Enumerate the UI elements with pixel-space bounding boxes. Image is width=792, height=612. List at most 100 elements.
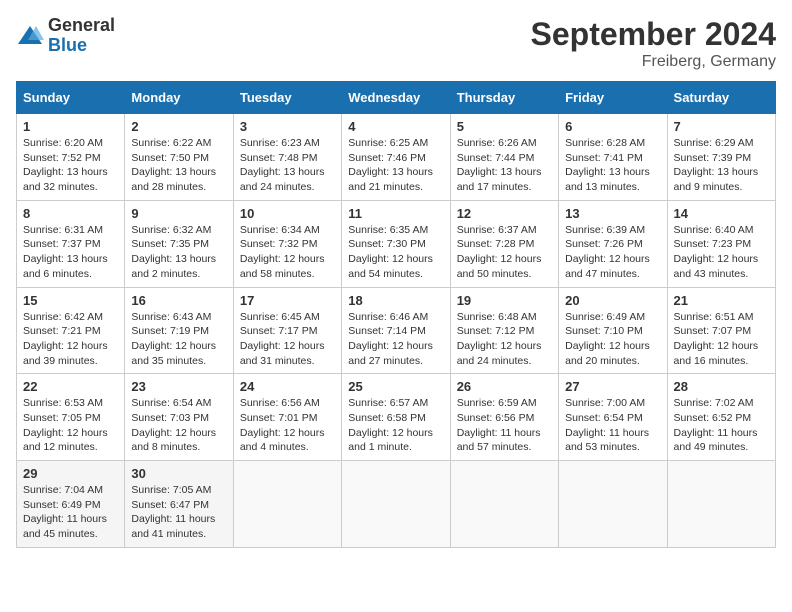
calendar-week-1: 1 Sunrise: 6:20 AM Sunset: 7:52 PM Daylig… [17,114,776,201]
table-row: 3 Sunrise: 6:23 AM Sunset: 7:48 PM Daylig… [233,114,341,201]
day-info: Sunrise: 6:23 AM Sunset: 7:48 PM Dayligh… [240,136,335,195]
header-friday: Friday [559,82,667,114]
day-number: 17 [240,293,335,308]
table-row: 26 Sunrise: 6:59 AM Sunset: 6:56 PM Dayli… [450,374,558,461]
day-info: Sunrise: 6:31 AM Sunset: 7:37 PM Dayligh… [23,223,118,282]
table-row: 10 Sunrise: 6:34 AM Sunset: 7:32 PM Dayli… [233,200,341,287]
day-info: Sunrise: 6:40 AM Sunset: 7:23 PM Dayligh… [674,223,769,282]
page-header: General Blue September 2024 Freiberg, Ge… [16,16,776,71]
table-row: 23 Sunrise: 6:54 AM Sunset: 7:03 PM Dayli… [125,374,233,461]
header-saturday: Saturday [667,82,775,114]
table-row: 13 Sunrise: 6:39 AM Sunset: 7:26 PM Dayli… [559,200,667,287]
day-number: 24 [240,379,335,394]
table-row [233,461,341,548]
day-info: Sunrise: 6:28 AM Sunset: 7:41 PM Dayligh… [565,136,660,195]
day-number: 11 [348,206,443,221]
day-number: 20 [565,293,660,308]
day-info: Sunrise: 6:49 AM Sunset: 7:10 PM Dayligh… [565,310,660,369]
calendar-week-3: 15 Sunrise: 6:42 AM Sunset: 7:21 PM Dayli… [17,287,776,374]
calendar-week-2: 8 Sunrise: 6:31 AM Sunset: 7:37 PM Daylig… [17,200,776,287]
calendar-table: Sunday Monday Tuesday Wednesday Thursday… [16,81,776,548]
day-number: 6 [565,119,660,134]
day-number: 19 [457,293,552,308]
day-number: 26 [457,379,552,394]
logo-text: General Blue [48,16,115,56]
table-row: 8 Sunrise: 6:31 AM Sunset: 7:37 PM Daylig… [17,200,125,287]
header-sunday: Sunday [17,82,125,114]
table-row: 25Sunrise: 6:57 AM Sunset: 6:58 PM Dayli… [342,374,450,461]
day-number: 10 [240,206,335,221]
table-row: 16 Sunrise: 6:43 AM Sunset: 7:19 PM Dayli… [125,287,233,374]
table-row: 24 Sunrise: 6:56 AM Sunset: 7:01 PM Dayli… [233,374,341,461]
day-info: Sunrise: 6:57 AM Sunset: 6:58 PM Dayligh… [348,396,443,455]
day-info: Sunrise: 6:59 AM Sunset: 6:56 PM Dayligh… [457,396,552,455]
day-number: 21 [674,293,769,308]
calendar-week-5: 29 Sunrise: 7:04 AM Sunset: 6:49 PM Dayli… [17,461,776,548]
header-monday: Monday [125,82,233,114]
location-subtitle: Freiberg, Germany [531,53,776,71]
day-info: Sunrise: 6:35 AM Sunset: 7:30 PM Dayligh… [348,223,443,282]
table-row: 4 Sunrise: 6:25 AM Sunset: 7:46 PM Daylig… [342,114,450,201]
day-number: 5 [457,119,552,134]
day-number: 29 [23,466,118,481]
table-row: 2 Sunrise: 6:22 AM Sunset: 7:50 PM Daylig… [125,114,233,201]
day-info: Sunrise: 6:32 AM Sunset: 7:35 PM Dayligh… [131,223,226,282]
table-row: 20 Sunrise: 6:49 AM Sunset: 7:10 PM Dayli… [559,287,667,374]
day-info: Sunrise: 6:34 AM Sunset: 7:32 PM Dayligh… [240,223,335,282]
day-info: Sunrise: 6:29 AM Sunset: 7:39 PM Dayligh… [674,136,769,195]
day-info: Sunrise: 6:56 AM Sunset: 7:01 PM Dayligh… [240,396,335,455]
day-number: 16 [131,293,226,308]
day-info: Sunrise: 7:04 AM Sunset: 6:49 PM Dayligh… [23,483,118,542]
day-number: 15 [23,293,118,308]
header-thursday: Thursday [450,82,558,114]
day-number: 18 [348,293,443,308]
table-row: 19 Sunrise: 6:48 AM Sunset: 7:12 PM Dayli… [450,287,558,374]
table-row: 22Sunrise: 6:53 AM Sunset: 7:05 PM Dayli… [17,374,125,461]
day-info: Sunrise: 6:45 AM Sunset: 7:17 PM Dayligh… [240,310,335,369]
table-row: 6 Sunrise: 6:28 AM Sunset: 7:41 PM Daylig… [559,114,667,201]
table-row [450,461,558,548]
table-row: 1 Sunrise: 6:20 AM Sunset: 7:52 PM Daylig… [17,114,125,201]
day-info: Sunrise: 6:51 AM Sunset: 7:07 PM Dayligh… [674,310,769,369]
day-info: Sunrise: 6:42 AM Sunset: 7:21 PM Dayligh… [23,310,118,369]
logo: General Blue [16,16,115,56]
day-number: 3 [240,119,335,134]
title-section: September 2024 Freiberg, Germany [531,16,776,71]
month-year-title: September 2024 [531,16,776,53]
day-number: 8 [23,206,118,221]
table-row: 30Sunrise: 7:05 AM Sunset: 6:47 PM Dayli… [125,461,233,548]
day-info: Sunrise: 6:25 AM Sunset: 7:46 PM Dayligh… [348,136,443,195]
day-info: Sunrise: 6:39 AM Sunset: 7:26 PM Dayligh… [565,223,660,282]
table-row: 17 Sunrise: 6:45 AM Sunset: 7:17 PM Dayli… [233,287,341,374]
header-tuesday: Tuesday [233,82,341,114]
day-info: Sunrise: 6:46 AM Sunset: 7:14 PM Dayligh… [348,310,443,369]
day-number: 23 [131,379,226,394]
day-number: 9 [131,206,226,221]
day-info: Sunrise: 6:54 AM Sunset: 7:03 PM Dayligh… [131,396,226,455]
header-wednesday: Wednesday [342,82,450,114]
day-info: Sunrise: 6:20 AM Sunset: 7:52 PM Dayligh… [23,136,118,195]
day-info: Sunrise: 6:53 AM Sunset: 7:05 PM Dayligh… [23,396,118,455]
table-row: 21 Sunrise: 6:51 AM Sunset: 7:07 PM Dayli… [667,287,775,374]
day-info: Sunrise: 6:48 AM Sunset: 7:12 PM Dayligh… [457,310,552,369]
day-info: Sunrise: 6:22 AM Sunset: 7:50 PM Dayligh… [131,136,226,195]
table-row: 15 Sunrise: 6:42 AM Sunset: 7:21 PM Dayli… [17,287,125,374]
day-number: 14 [674,206,769,221]
day-number: 30 [131,466,226,481]
table-row [559,461,667,548]
day-number: 4 [348,119,443,134]
day-number: 13 [565,206,660,221]
logo-icon [16,22,44,50]
day-number: 2 [131,119,226,134]
table-row [667,461,775,548]
day-info: Sunrise: 6:26 AM Sunset: 7:44 PM Dayligh… [457,136,552,195]
table-row: 11 Sunrise: 6:35 AM Sunset: 7:30 PM Dayli… [342,200,450,287]
table-row: 14 Sunrise: 6:40 AM Sunset: 7:23 PM Dayli… [667,200,775,287]
day-number: 28 [674,379,769,394]
day-number: 1 [23,119,118,134]
calendar-header-row: Sunday Monday Tuesday Wednesday Thursday… [17,82,776,114]
table-row: 7Sunrise: 6:29 AM Sunset: 7:39 PM Daylig… [667,114,775,201]
logo-blue-text: Blue [48,36,115,56]
day-info: Sunrise: 6:43 AM Sunset: 7:19 PM Dayligh… [131,310,226,369]
table-row: 18 Sunrise: 6:46 AM Sunset: 7:14 PM Dayli… [342,287,450,374]
